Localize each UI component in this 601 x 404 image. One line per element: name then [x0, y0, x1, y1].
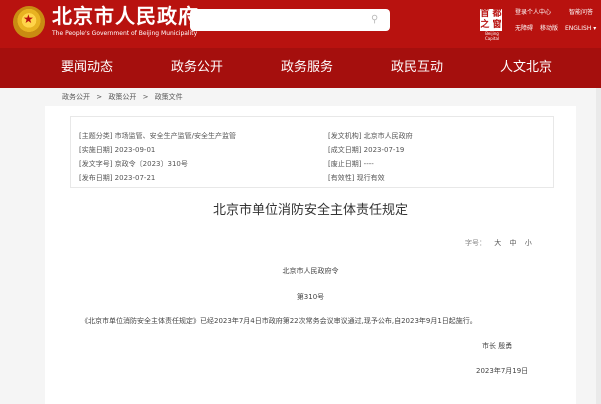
capital-window-logo-caption: Beijing Capital [484, 31, 500, 41]
breadcrumb-separator: > [142, 93, 149, 101]
breadcrumb-separator: > [96, 93, 103, 101]
font-size-label: 字号： [465, 239, 486, 247]
site-subtitle: The People's Government of Beijing Munic… [52, 30, 198, 37]
issuer-line: 北京市人民政府令 [282, 267, 339, 275]
site-name[interactable]: 北京市人民政府 [52, 4, 199, 28]
document-metadata: [主题分类] 市场监管、安全生产监管/安全生产监管 [发文机构] 北京市人民政府… [70, 116, 554, 188]
nav-item-services[interactable]: 政务服务 [281, 58, 333, 78]
breadcrumb-gov-affairs[interactable]: 政务公开 [62, 93, 90, 101]
search-input[interactable]: ⚲ [190, 9, 390, 31]
breadcrumb-policy-docs[interactable]: 政策文件 [155, 93, 183, 101]
nav-item-news[interactable]: 要闻动态 [61, 58, 113, 78]
nav-item-gov-affairs[interactable]: 政务公开 [171, 58, 223, 78]
sign-date: 2023年7月19日 [476, 367, 529, 375]
personal-center-link[interactable]: 登录个人中心 [515, 8, 551, 18]
meta-written-date: [成文日期] 2023-07-19 [328, 146, 405, 154]
breadcrumb: 政务公开 > 政策公开 > 政策文件 [62, 92, 187, 102]
capital-window-logo[interactable]: 首 都 之 窗 [480, 9, 502, 31]
meta-topic: [主题分类] 市场监管、安全生产监管/安全生产监管 [79, 132, 237, 140]
meta-publish-date: [发布日期] 2023-07-21 [79, 174, 156, 182]
scrollbar[interactable] [596, 88, 601, 404]
font-size-large-button[interactable]: 大 [494, 239, 501, 247]
mobile-link[interactable]: 移动版 [540, 24, 558, 34]
main-content: [主题分类] 市场监管、安全生产监管/安全生产监管 [发文机构] 北京市人民政府… [45, 106, 576, 404]
document-title: 北京市单位消防安全主体责任规定 [212, 203, 408, 218]
main-nav: 要闻动态 政务公开 政务服务 政民互动 人文北京 [0, 48, 601, 88]
font-size-medium-button[interactable]: 中 [509, 239, 516, 247]
nav-item-interaction[interactable]: 政民互动 [391, 58, 443, 78]
meta-doc-number: [发文字号] 京政令〔2023〕310号 [79, 160, 188, 168]
font-size-selector: 字号： 大 中 小 [465, 238, 532, 248]
search-icon[interactable]: ⚲ [371, 13, 381, 27]
site-header: ★ 北京市人民政府 The People's Government of Bei… [0, 0, 601, 48]
meta-abolish-date: [废止日期] ---- [328, 160, 374, 168]
star-icon: ★ [23, 12, 34, 26]
font-size-small-button[interactable]: 小 [525, 239, 532, 247]
nav-item-culture[interactable]: 人文北京 [500, 58, 552, 78]
breadcrumb-policy[interactable]: 政策公开 [108, 93, 136, 101]
accessibility-link[interactable]: 无障碍 [515, 24, 533, 34]
order-number: 第310号 [296, 293, 325, 301]
meta-effective-date: [实施日期] 2023-09-01 [79, 146, 156, 154]
document-body: 《北京市单位消防安全主体责任规定》已经2023年7月4日市政府第22次常务会议审… [81, 317, 477, 325]
english-link[interactable]: ENGLISH ▾ [565, 24, 596, 34]
national-emblem-icon[interactable]: ★ [13, 6, 45, 38]
smart-qa-link[interactable]: 智能问答 [569, 8, 593, 18]
meta-validity: [有效性] 现行有效 [328, 174, 385, 182]
meta-issuer: [发文机构] 北京市人民政府 [328, 132, 413, 140]
signature: 市长 殷勇 [482, 342, 513, 350]
